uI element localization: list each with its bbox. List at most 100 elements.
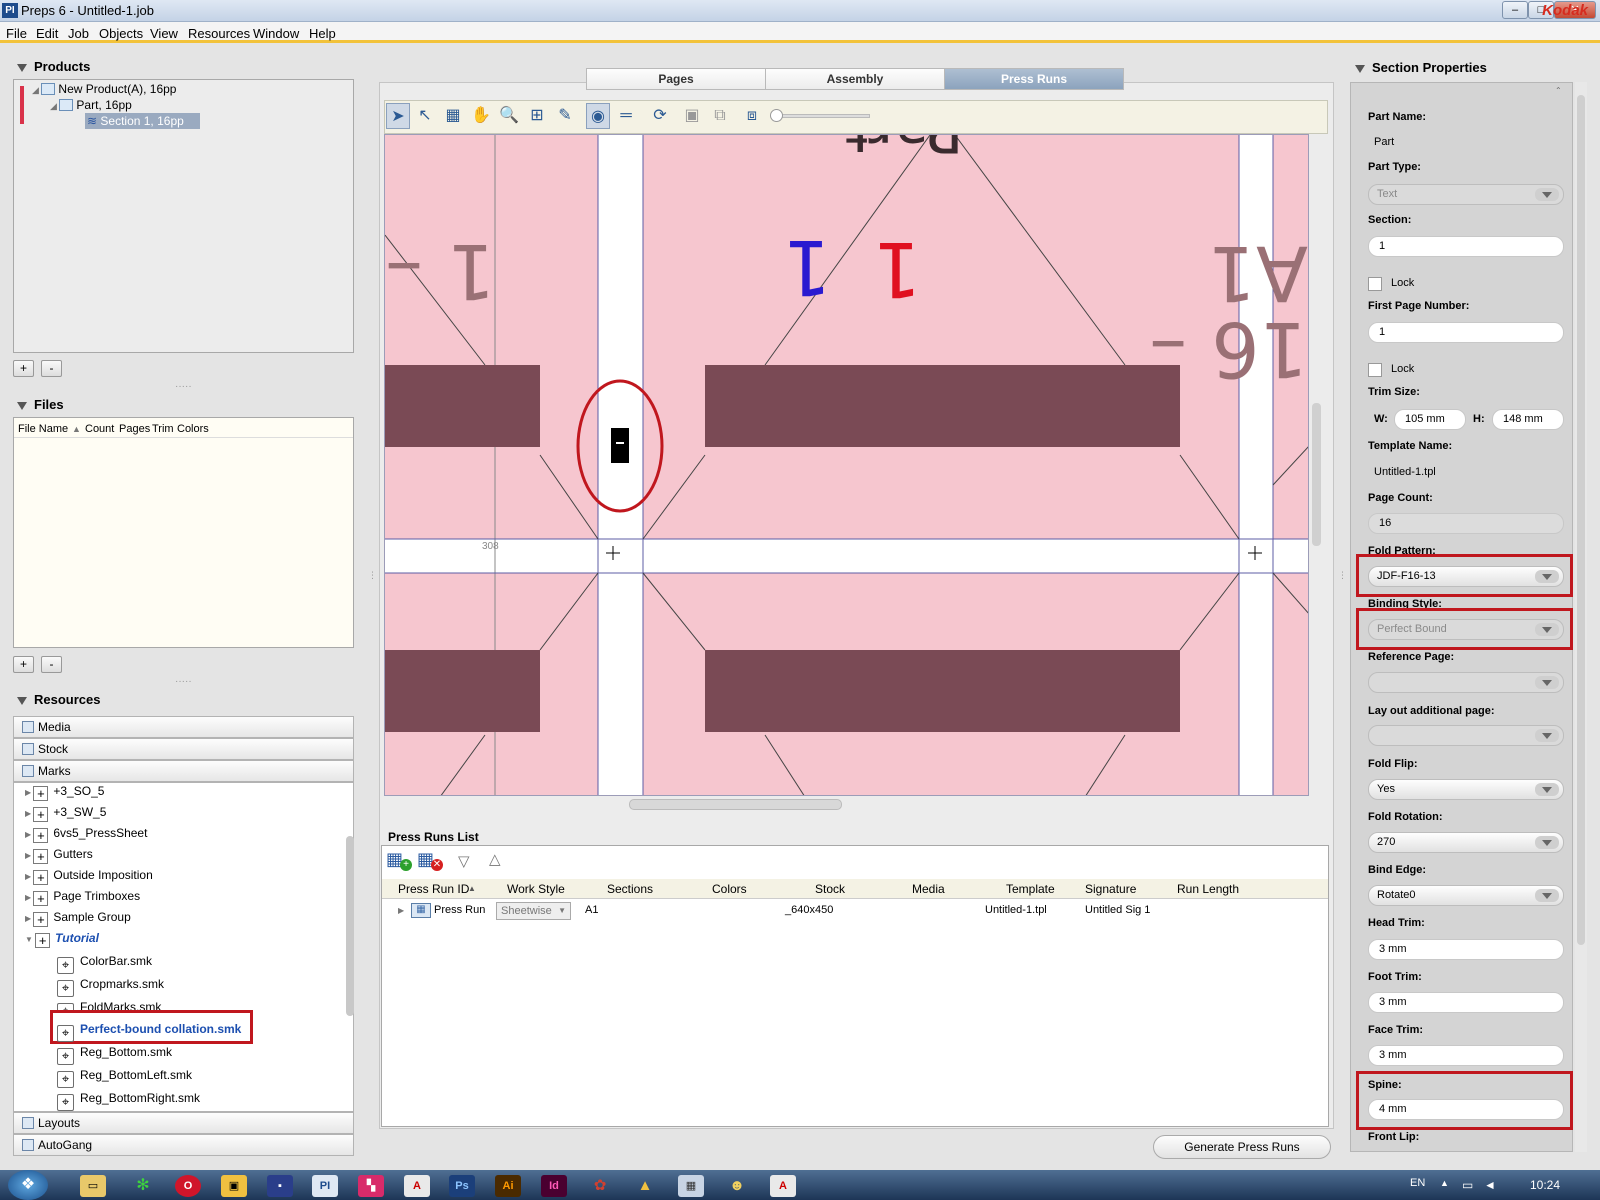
mark-group[interactable]: ▶ + +3_SW_5 bbox=[25, 801, 106, 823]
mark-tool-icon[interactable]: ✎ bbox=[553, 103, 577, 129]
reference-page-select[interactable] bbox=[1368, 672, 1564, 693]
add-press-run-icon[interactable]: ▦ + bbox=[386, 849, 414, 873]
arrange-icon[interactable]: ⊞ bbox=[525, 103, 549, 129]
first-page-input[interactable]: 1 bbox=[1368, 322, 1564, 343]
move-down-icon[interactable]: ▽ bbox=[458, 852, 470, 870]
marks-scrollbar[interactable] bbox=[346, 836, 354, 1016]
splitter-handle[interactable]: ····· bbox=[175, 381, 192, 392]
clock[interactable]: 10:24 bbox=[1530, 1178, 1560, 1192]
col-press-run-id[interactable]: Press Run ID bbox=[398, 882, 469, 896]
menu-resources[interactable]: Resources bbox=[188, 26, 250, 41]
col-stock[interactable]: Stock bbox=[815, 882, 845, 896]
menu-objects[interactable]: Objects bbox=[99, 26, 143, 41]
menu-edit[interactable]: Edit bbox=[36, 26, 58, 41]
files-col-name[interactable]: File Name bbox=[18, 423, 68, 435]
files-col-trim[interactable]: Trim bbox=[152, 423, 174, 435]
green-app-icon[interactable]: ✻ bbox=[130, 1175, 156, 1197]
media-app-icon[interactable]: ▣ bbox=[221, 1175, 247, 1197]
grid-app-icon[interactable]: ▚ bbox=[358, 1175, 384, 1197]
save-icon[interactable]: ▪ bbox=[267, 1175, 293, 1197]
section-input[interactable]: 1 bbox=[1368, 236, 1564, 257]
hand-icon[interactable]: ✋ bbox=[469, 103, 493, 129]
menu-file[interactable]: File bbox=[6, 26, 27, 41]
mark-group[interactable]: ▶ + Sample Group bbox=[25, 906, 131, 928]
page-select-icon[interactable]: ▦ bbox=[441, 103, 465, 129]
mark-group[interactable]: ▶ + +3_SO_5 bbox=[25, 780, 104, 802]
tray-expand-icon[interactable]: ▲ bbox=[1440, 1178, 1449, 1188]
pdf-icon[interactable]: A bbox=[770, 1175, 796, 1197]
resource-tab-stock[interactable]: Stock bbox=[13, 738, 354, 760]
tab-pages[interactable]: Pages bbox=[586, 68, 766, 90]
photoshop-icon[interactable]: Ps bbox=[449, 1175, 475, 1197]
zoom-slider[interactable] bbox=[775, 114, 870, 118]
mark-group-tutorial[interactable]: ▼ + Tutorial bbox=[25, 927, 99, 949]
foot-trim-input[interactable]: 3 mm bbox=[1368, 992, 1564, 1013]
preps-icon[interactable]: PI bbox=[312, 1175, 338, 1197]
mark-item-selected[interactable]: ⌖ Perfect-bound collation.smk bbox=[57, 1018, 241, 1042]
indesign-icon[interactable]: Id bbox=[541, 1175, 567, 1197]
splitter-handle[interactable]: ····· bbox=[175, 676, 192, 687]
col-media[interactable]: Media bbox=[912, 882, 945, 896]
col-work-style[interactable]: Work Style bbox=[507, 882, 565, 896]
work-style-select[interactable]: Sheetwise ▼ bbox=[496, 902, 571, 920]
panel-options-icon[interactable]: ⌃ bbox=[1555, 86, 1562, 95]
imposition-canvas[interactable]: 16 – A1 1 – Part 1 1 308 bbox=[384, 134, 1309, 796]
ruler-icon[interactable]: ═ bbox=[614, 103, 638, 129]
files-header[interactable]: Files bbox=[17, 397, 64, 412]
left-splitter-handle[interactable]: ⋮ bbox=[368, 570, 377, 581]
mark-item[interactable]: ⌖ Reg_BottomRight.smk bbox=[57, 1087, 200, 1111]
direct-select-icon[interactable]: ↖ bbox=[413, 103, 437, 129]
remove-file-button[interactable]: - bbox=[41, 656, 62, 673]
zoom-icon[interactable]: 🔍 bbox=[497, 103, 521, 129]
first-page-lock-checkbox[interactable] bbox=[1368, 363, 1382, 377]
resource-tab-autogang[interactable]: AutoGang bbox=[13, 1134, 354, 1156]
menu-help[interactable]: Help bbox=[309, 26, 336, 41]
rotate-icon[interactable]: ⟳ bbox=[648, 103, 672, 129]
col-run-length[interactable]: Run Length bbox=[1177, 882, 1239, 896]
remove-product-button[interactable]: - bbox=[41, 360, 62, 377]
menu-window[interactable]: Window bbox=[253, 26, 299, 41]
gift-icon[interactable]: ✿ bbox=[587, 1175, 613, 1197]
binding-style-select[interactable]: Perfect Bound bbox=[1368, 619, 1564, 640]
products-header[interactable]: Products bbox=[17, 59, 90, 74]
fit-window-icon[interactable]: ⧈ bbox=[740, 103, 764, 129]
delete-press-run-icon[interactable]: ▦ ✕ bbox=[417, 849, 445, 873]
distribute-icon[interactable]: ⧉ bbox=[708, 103, 732, 129]
generate-press-runs-button[interactable]: Generate Press Runs bbox=[1153, 1135, 1331, 1159]
bind-edge-select[interactable]: Rotate0 bbox=[1368, 885, 1564, 906]
add-file-button[interactable]: + bbox=[13, 656, 34, 673]
volume-icon[interactable]: ◄ bbox=[1484, 1178, 1496, 1192]
fold-rotation-select[interactable]: 270 bbox=[1368, 832, 1564, 853]
acrobat-icon[interactable]: A bbox=[404, 1175, 430, 1197]
illustrator-icon[interactable]: Ai bbox=[495, 1175, 521, 1197]
opera-icon[interactable]: O bbox=[175, 1175, 201, 1197]
mark-item[interactable]: ⌖ Cropmarks.smk bbox=[57, 973, 164, 997]
select-arrow-icon[interactable]: ➤ bbox=[386, 103, 410, 129]
expand-row-icon[interactable]: ▶ bbox=[398, 906, 404, 915]
files-col-count[interactable]: Count bbox=[85, 423, 114, 435]
section-lock-checkbox[interactable] bbox=[1368, 277, 1382, 291]
files-col-colors[interactable]: Colors bbox=[177, 423, 209, 435]
minimize-button[interactable]: – bbox=[1502, 1, 1528, 19]
right-splitter-handle[interactable]: ⋮ bbox=[1338, 570, 1347, 581]
network-icon[interactable]: ▭ bbox=[1462, 1178, 1473, 1192]
mark-item[interactable]: ⌖ Reg_BottomLeft.smk bbox=[57, 1064, 192, 1088]
resource-tab-marks[interactable]: Marks bbox=[13, 760, 354, 782]
align-icon[interactable]: ▣ bbox=[680, 103, 704, 129]
fold-flip-select[interactable]: Yes bbox=[1368, 779, 1564, 800]
user-app-icon[interactable]: ☻ bbox=[724, 1175, 750, 1197]
mark-item[interactable]: ⌖ Reg_Bottom.smk bbox=[57, 1041, 172, 1065]
mark-group[interactable]: ▶ + Outside Imposition bbox=[25, 864, 153, 886]
trim-height-input[interactable]: 148 mm bbox=[1492, 409, 1564, 430]
resources-header[interactable]: Resources bbox=[17, 692, 100, 707]
graduation-cap-icon[interactable]: ▲ bbox=[632, 1175, 658, 1197]
mark-group[interactable]: ▶ +6vs5_PressSheet bbox=[25, 822, 147, 844]
head-trim-input[interactable]: 3 mm bbox=[1368, 939, 1564, 960]
face-trim-input[interactable]: 3 mm bbox=[1368, 1045, 1564, 1066]
collapse-triangle-icon[interactable] bbox=[17, 401, 27, 410]
resource-tab-layouts[interactable]: Layouts bbox=[13, 1112, 354, 1134]
mark-item[interactable]: ⌖ ColorBar.smk bbox=[57, 950, 152, 974]
part-type-select[interactable]: Text bbox=[1368, 184, 1564, 205]
properties-scrollbar-thumb[interactable] bbox=[1577, 95, 1585, 945]
col-sections[interactable]: Sections bbox=[607, 882, 653, 896]
